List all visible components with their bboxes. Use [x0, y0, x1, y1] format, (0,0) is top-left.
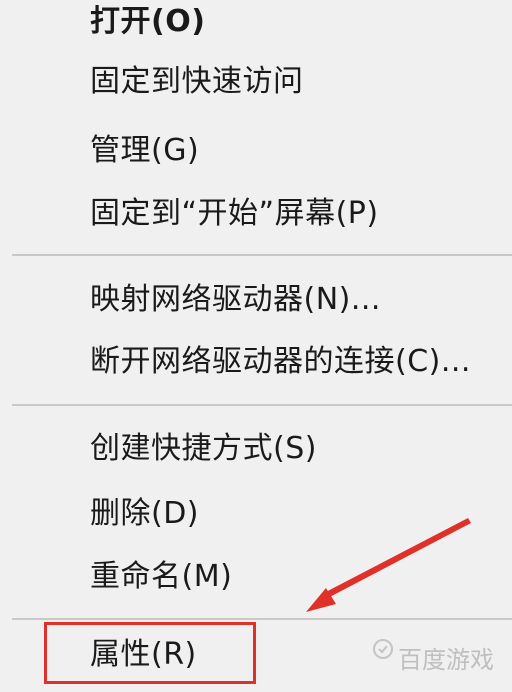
red-arrow-icon — [306, 518, 471, 612]
watermark-logo-icon — [373, 639, 393, 659]
watermark-text: 百度游戏 — [398, 646, 494, 674]
